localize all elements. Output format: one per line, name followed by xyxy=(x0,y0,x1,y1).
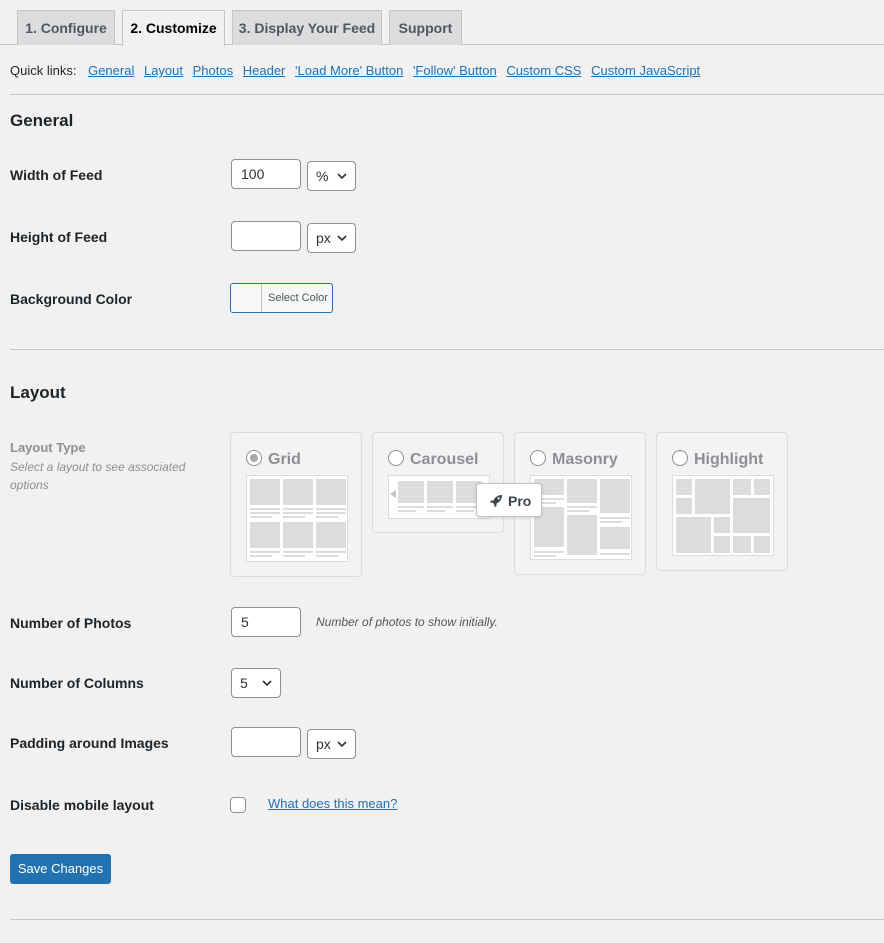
height-label: Height of Feed xyxy=(10,229,108,245)
width-input[interactable]: 100 xyxy=(231,159,301,189)
divider xyxy=(10,94,884,95)
quick-link-general[interactable]: General xyxy=(88,63,134,78)
number-of-columns-select[interactable]: 5 xyxy=(231,668,281,698)
what-does-this-mean-link[interactable]: What does this mean? xyxy=(268,796,397,811)
tab-bar: 1. Configure 2. Customize 3. Display You… xyxy=(0,0,884,46)
layout-option-label: Carousel xyxy=(410,451,479,468)
divider xyxy=(10,919,884,920)
layout-option-label: Masonry xyxy=(552,451,618,468)
chevron-down-icon xyxy=(337,741,347,748)
save-changes-button[interactable]: Save Changes xyxy=(10,854,111,884)
width-unit-select[interactable]: % xyxy=(307,161,356,191)
tab-display-feed[interactable]: 3. Display Your Feed xyxy=(232,10,382,45)
number-of-columns-value: 5 xyxy=(240,675,248,691)
section-heading-layout: Layout xyxy=(10,383,66,402)
width-unit-value: % xyxy=(316,168,329,184)
tab-customize[interactable]: 2. Customize xyxy=(122,10,225,46)
arrow-left-icon xyxy=(390,490,396,498)
section-heading-general: General xyxy=(10,111,74,130)
select-color-text: Select Color xyxy=(268,292,328,304)
layout-type-label: Layout Type xyxy=(10,440,86,455)
padding-unit-select[interactable]: px xyxy=(307,729,356,759)
quick-link-custom-css[interactable]: Custom CSS xyxy=(506,63,581,78)
quick-link-load-more[interactable]: 'Load More' Button xyxy=(295,63,403,78)
carousel-preview-image xyxy=(388,475,490,519)
quick-link-header[interactable]: Header xyxy=(243,63,286,78)
quick-link-photos[interactable]: Photos xyxy=(193,63,233,78)
layout-option-label: Highlight xyxy=(694,451,764,468)
quick-links: Quick links: General Layout Photos Heade… xyxy=(10,63,700,78)
chevron-down-icon xyxy=(262,680,272,687)
layout-radio-grid[interactable] xyxy=(246,450,262,466)
tab-support[interactable]: Support xyxy=(389,10,462,45)
layout-radio-highlight[interactable] xyxy=(672,450,688,466)
rocket-icon xyxy=(490,495,502,507)
chevron-down-icon xyxy=(337,173,347,180)
quick-link-layout[interactable]: Layout xyxy=(144,63,183,78)
bg-color-label: Background Color xyxy=(10,291,133,307)
highlight-preview-image xyxy=(672,475,774,556)
color-swatch xyxy=(231,284,262,312)
number-of-columns-label: Number of Columns xyxy=(10,675,144,691)
layout-radio-carousel[interactable] xyxy=(388,450,404,466)
padding-unit-value: px xyxy=(316,736,331,752)
layout-type-description: Select a layout to see associated option… xyxy=(10,460,186,492)
layout-option-label: Grid xyxy=(268,451,301,468)
pro-badge-label: Pro xyxy=(508,493,532,509)
pro-badge[interactable]: Pro xyxy=(476,483,542,517)
width-label: Width of Feed xyxy=(10,167,103,183)
disable-mobile-checkbox[interactable] xyxy=(230,797,246,813)
number-of-photos-input[interactable]: 5 xyxy=(231,607,301,637)
grid-preview-image xyxy=(246,475,348,562)
chevron-down-icon xyxy=(337,235,347,242)
quick-links-label: Quick links: xyxy=(10,63,77,78)
height-unit-value: px xyxy=(316,230,331,246)
layout-option-grid[interactable]: Grid xyxy=(230,432,362,577)
height-unit-select[interactable]: px xyxy=(307,223,356,253)
select-color-button[interactable]: Select Color xyxy=(230,283,333,313)
height-input[interactable] xyxy=(231,221,301,251)
padding-label: Padding around Images xyxy=(10,735,169,751)
quick-link-custom-js[interactable]: Custom JavaScript xyxy=(591,63,700,78)
quick-link-follow[interactable]: 'Follow' Button xyxy=(413,63,497,78)
layout-radio-masonry[interactable] xyxy=(530,450,546,466)
disable-mobile-label: Disable mobile layout xyxy=(10,797,154,813)
tab-configure[interactable]: 1. Configure xyxy=(17,10,115,45)
masonry-preview-image xyxy=(530,475,632,560)
number-of-photos-label: Number of Photos xyxy=(10,615,132,631)
padding-input[interactable] xyxy=(231,727,301,757)
layout-option-highlight[interactable]: Highlight xyxy=(656,432,788,571)
number-of-photos-hint: Number of photos to show initially. xyxy=(316,615,498,629)
divider xyxy=(10,349,884,350)
